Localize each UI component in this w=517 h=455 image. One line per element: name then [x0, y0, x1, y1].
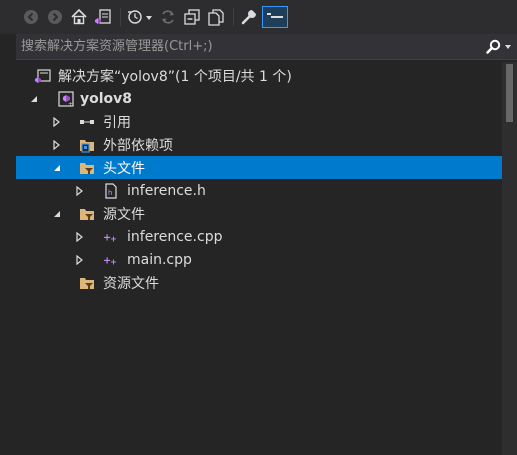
- solution-explorer: 解决方案“yolov8”(1 个项目/共 1 个) + yolov8: [0, 0, 517, 455]
- search-icon: [486, 39, 511, 54]
- tree-item-label: main.cpp: [127, 251, 192, 268]
- svg-text:+: +: [110, 257, 117, 266]
- solution-tree: 解决方案“yolov8”(1 个项目/共 1 个) + yolov8 引用 外部…: [16, 62, 502, 455]
- tree-item-header-files[interactable]: 头文件: [16, 156, 502, 179]
- expanded-arrow-icon[interactable]: [51, 162, 63, 174]
- pending-changes-filter-button[interactable]: [125, 6, 155, 28]
- tree-item-label: inference.cpp: [127, 228, 223, 245]
- tree-item-label: 源文件: [103, 206, 145, 223]
- collapsed-arrow-icon[interactable]: [51, 139, 63, 151]
- clock-filter-icon: [128, 10, 152, 24]
- home-icon: [71, 8, 87, 25]
- switch-views-icon: [95, 9, 111, 24]
- svg-text:+: +: [110, 234, 117, 243]
- tree-item-inference-h[interactable]: h inference.h: [16, 179, 502, 202]
- expanded-arrow-icon[interactable]: [51, 208, 63, 220]
- tree-item-label: 外部依赖项: [103, 137, 173, 154]
- references-icon: [79, 114, 95, 130]
- switch-views-button[interactable]: [92, 6, 114, 28]
- tree-item-source-files[interactable]: 源文件: [16, 202, 502, 225]
- filter-folder-icon: [79, 275, 95, 291]
- cpp-file-icon: + +: [103, 252, 119, 268]
- collapse-all-button[interactable]: [181, 6, 203, 28]
- tree-item-label: 头文件: [103, 160, 145, 177]
- back-arrow-icon: [24, 10, 38, 24]
- scrollbar-thumb[interactable]: [506, 64, 513, 122]
- sync-icon: [162, 10, 174, 24]
- svg-text:+: +: [68, 101, 73, 107]
- tree-item-label: 引用: [103, 114, 131, 131]
- tree-item-project[interactable]: + yolov8: [16, 87, 502, 110]
- show-all-files-button[interactable]: [205, 6, 227, 28]
- collapsed-arrow-icon[interactable]: [74, 185, 86, 197]
- search-options-button[interactable]: [481, 35, 517, 59]
- toolbar: [0, 0, 517, 34]
- toolbar-separator: [120, 8, 121, 26]
- external-deps-folder-icon: [79, 137, 95, 153]
- forward-arrow-icon: [48, 10, 62, 24]
- left-margin: [0, 34, 16, 455]
- filter-folder-icon: [79, 160, 95, 176]
- search-bar: [16, 33, 517, 60]
- toolbar-separator: [233, 8, 234, 26]
- expanded-arrow-icon[interactable]: [28, 93, 40, 105]
- header-file-icon: h: [103, 182, 119, 199]
- tree-item-references[interactable]: 引用: [16, 110, 502, 133]
- tree-item-main-cpp[interactable]: + + main.cpp: [16, 248, 502, 271]
- tree-item-label: inference.h: [127, 182, 206, 199]
- tree-item-external-dependencies[interactable]: 外部依赖项: [16, 133, 502, 156]
- solution-icon: [35, 68, 51, 84]
- tree-item-resource-files[interactable]: 资源文件: [16, 271, 502, 294]
- collapse-all-icon: [184, 9, 200, 25]
- show-all-files-icon: [208, 9, 224, 26]
- collapsed-arrow-icon[interactable]: [51, 116, 63, 128]
- cpp-file-icon: + +: [103, 229, 119, 245]
- preview-selected-button[interactable]: [262, 6, 288, 28]
- cpp-project-icon: +: [58, 90, 74, 107]
- search-input[interactable]: [16, 33, 481, 60]
- tree-item-solution[interactable]: 解决方案“yolov8”(1 个项目/共 1 个): [16, 64, 502, 87]
- filter-folder-icon: [79, 206, 95, 222]
- sync-button[interactable]: [157, 6, 179, 28]
- collapsed-arrow-icon[interactable]: [74, 254, 86, 266]
- preview-icon: [267, 13, 283, 18]
- wrench-icon: [241, 10, 256, 25]
- collapsed-arrow-icon[interactable]: [74, 231, 86, 243]
- back-button[interactable]: [20, 6, 42, 28]
- tree-item-inference-cpp[interactable]: + + inference.cpp: [16, 225, 502, 248]
- forward-button[interactable]: [44, 6, 66, 28]
- properties-button[interactable]: [238, 6, 260, 28]
- tree-item-label: 资源文件: [103, 275, 159, 292]
- tree-item-label: yolov8: [80, 90, 133, 107]
- home-button[interactable]: [68, 6, 90, 28]
- vertical-scrollbar[interactable]: [502, 62, 517, 455]
- svg-text:h: h: [108, 189, 112, 197]
- tree-item-label: 解决方案“yolov8”(1 个项目/共 1 个): [58, 68, 292, 85]
